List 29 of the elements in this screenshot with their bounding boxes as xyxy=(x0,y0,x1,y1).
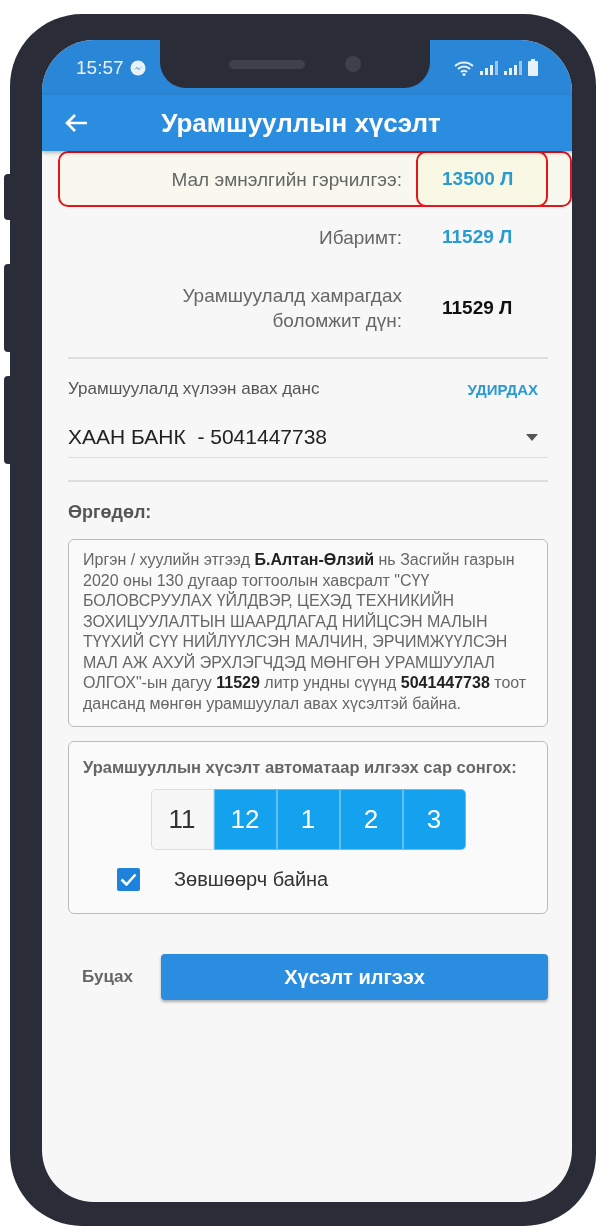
consent-label: Зөвшөөрч байна xyxy=(174,868,329,891)
section-heading: Өргөдөл: xyxy=(68,502,153,523)
month-toggle[interactable]: 11 xyxy=(150,789,214,850)
row-value: 11529 Л xyxy=(442,297,513,319)
manage-link[interactable]: УДИРДАХ xyxy=(467,380,548,398)
row-value[interactable]: 11529 Л xyxy=(442,226,513,248)
month-toggle[interactable]: 2 xyxy=(339,789,403,850)
consent-checkbox[interactable] xyxy=(117,868,140,891)
month-toggle[interactable]: 12 xyxy=(213,789,277,850)
back-arrow-icon[interactable] xyxy=(64,113,88,133)
row-label: Мал эмнэлгийн гэрчилгээ: xyxy=(170,167,402,192)
messenger-icon xyxy=(129,59,146,76)
row-label: Ибаримт: xyxy=(318,225,402,250)
back-button[interactable]: Буцах xyxy=(68,967,134,987)
row-label: Урамшуулалд хамрагдах боломжит дүн: xyxy=(181,284,402,333)
signal-icon xyxy=(504,60,522,75)
application-text: Иргэн / хуулийн этгээд Б.Алтан-Өлзий нь Засгийн газрын 2020 оны 130 дугаар тогтоолын хавсралт "СҮҮ БОЛОВСРУУЛАХ ҮЙЛДВЭР, ЦЕХЭД ТЕХНИКИЙН ЗОХИЦУУЛАЛТЫН ШААРДЛАГАД НИЙЦСЭН МАЛЫН ТҮҮХИЙ СҮҮ НИЙЛҮҮЛСЭН МАЛЧИН, ЭРЧИМЖҮҮЛСЭН МАЛ АЖ АХУЙ ЭРХЛЭГЧДЭД МӨНГӨН УРАМШУУЛАЛ ОЛГОХ"-ын дагуу 11529 литр ундны сүүнд 5041447738 тоот дансанд мөнгөн урамшуулал авах хүсэлтэй байна. xyxy=(68,539,548,727)
month-toggle[interactable]: 1 xyxy=(276,789,340,850)
month-heading: Урамшууллын хүсэлт автоматаар илгээх сар сонгох: xyxy=(83,757,518,778)
status-time: 15:57 xyxy=(76,56,124,79)
month-toggle[interactable]: 3 xyxy=(402,789,466,850)
caret-icon xyxy=(526,433,538,441)
screen-title: Урамшууллын хүсэлт xyxy=(160,107,442,139)
signal-icon xyxy=(480,60,498,75)
battery-icon xyxy=(528,59,538,76)
account-dropdown[interactable]: ХААН БАНК - 5041447738 xyxy=(68,405,548,458)
wifi-icon xyxy=(454,59,474,76)
submit-button[interactable]: Хүсэлт илгээх xyxy=(161,954,548,1000)
account-label: Урамшуулалд хүлээн авах данс xyxy=(68,379,320,399)
